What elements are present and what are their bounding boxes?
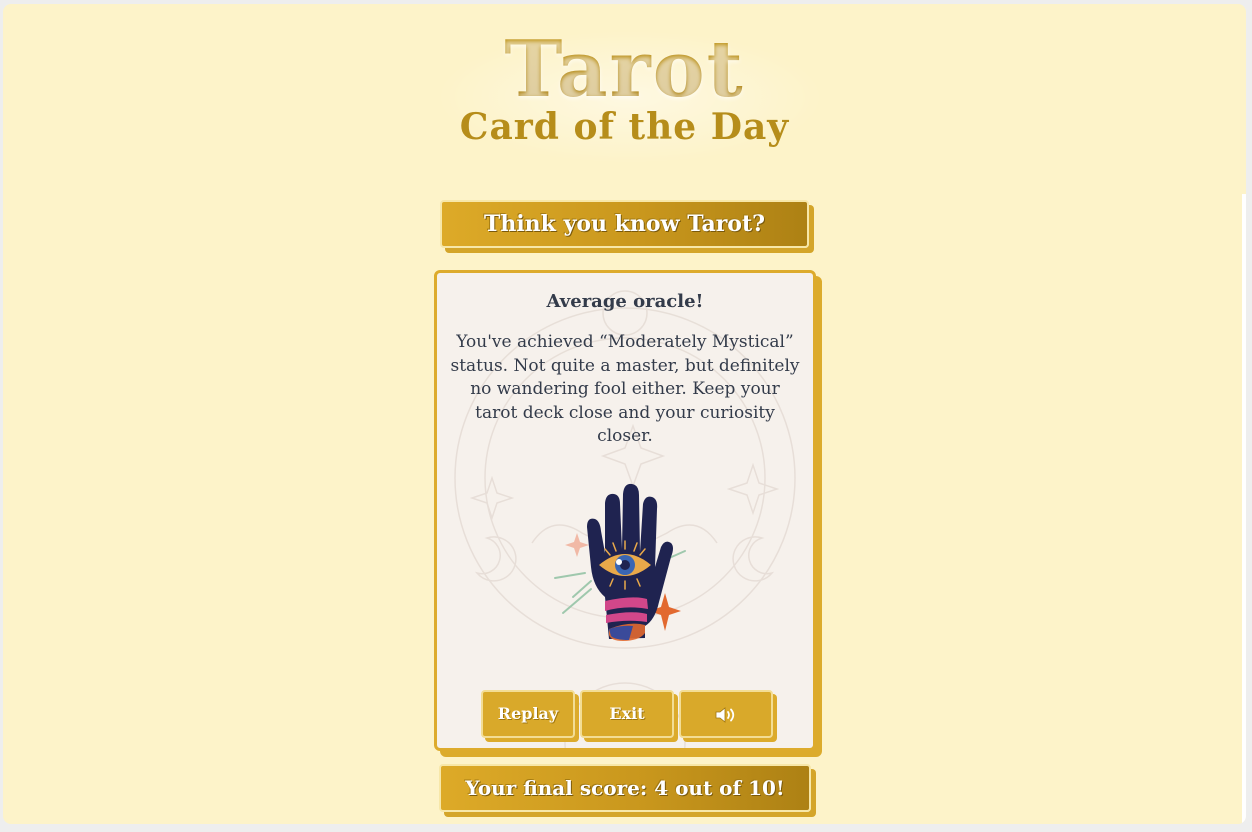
logo-subtitle: Card of the Day	[459, 106, 790, 148]
logo-title: Tarot	[3, 28, 1246, 112]
sound-toggle-button[interactable]	[679, 690, 773, 738]
quiz-banner: Think you know Tarot?	[440, 200, 809, 248]
hand-with-eye-icon	[554, 483, 686, 641]
game-window: Tarot Card of the Day Think you know Tar…	[3, 4, 1246, 824]
final-score-banner: Your final score: 4 out of 10!	[439, 764, 811, 812]
result-heading: Average oracle!	[546, 291, 704, 312]
replay-button[interactable]: Replay	[481, 690, 575, 738]
action-buttons: Replay Exit	[437, 690, 813, 742]
result-message: You've achieved “Moderately Mystical” st…	[450, 332, 800, 446]
result-card: Average oracle! You've achieved “Moderat…	[434, 270, 816, 751]
scrollbar-track[interactable]	[1242, 194, 1246, 824]
exit-button[interactable]: Exit	[580, 690, 674, 738]
logo: Tarot Card of the Day	[3, 28, 1246, 149]
speaker-icon	[715, 707, 735, 723]
